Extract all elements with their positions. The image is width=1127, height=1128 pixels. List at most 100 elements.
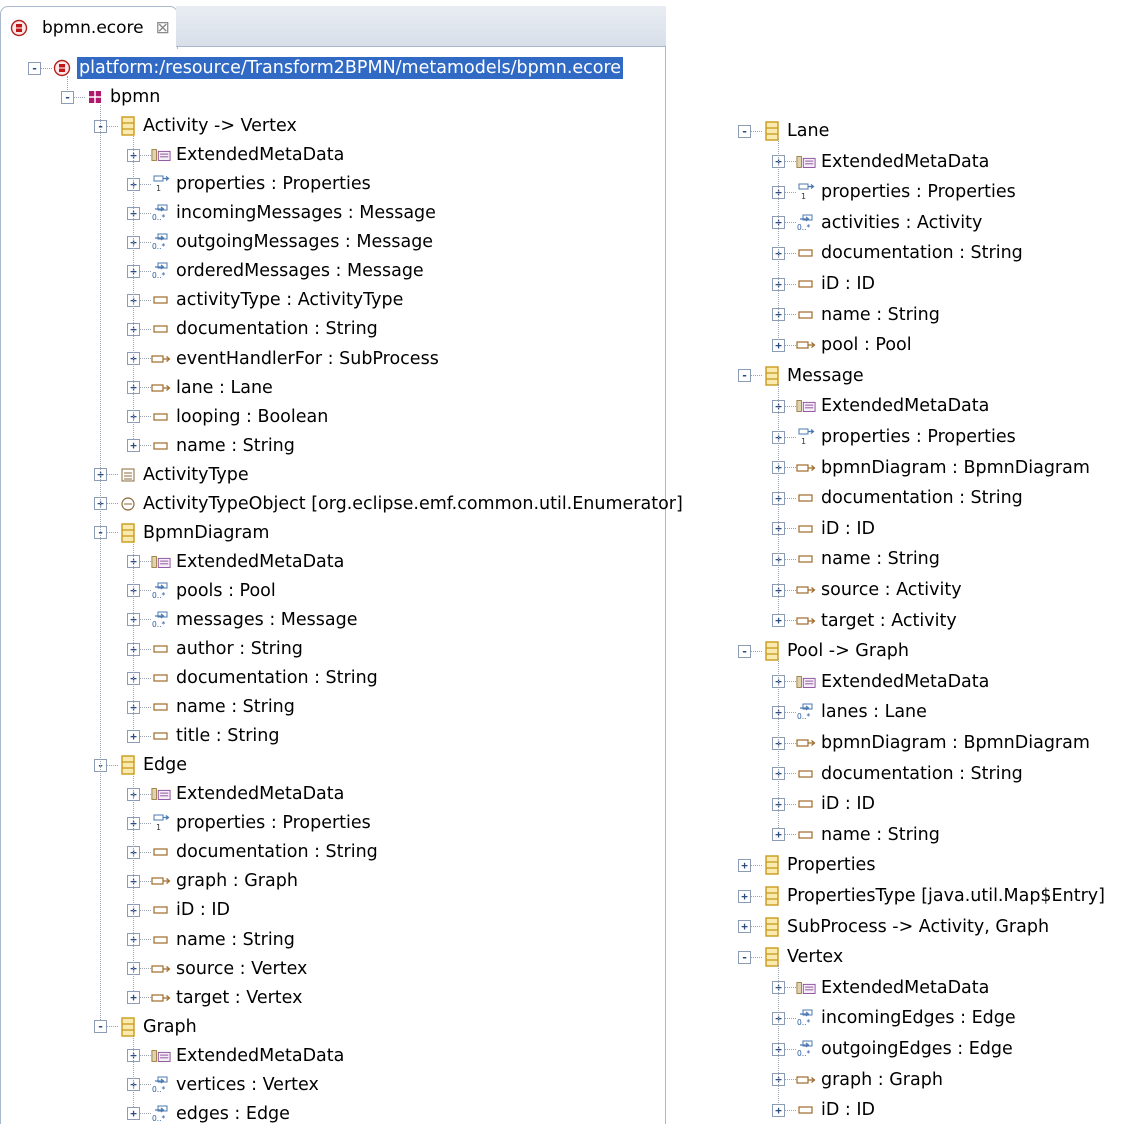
tree-row[interactable]: - BpmnDiagram [94,519,269,547]
tree-row[interactable]: + documentation : String [127,664,378,692]
expand-toggle-icon[interactable]: + [738,858,751,872]
tree-row[interactable]: + bpmnDiagram : BpmnDiagram [772,454,1090,482]
expand-toggle-icon[interactable]: + [127,729,140,743]
expand-toggle-icon[interactable]: + [127,991,140,1005]
tree-row[interactable]: + name : String [127,693,295,721]
tree-row[interactable]: +0..* outgoingEdges : Edge [772,1035,1013,1063]
tree-guide-line [133,773,134,991]
tree-row[interactable]: + documentation : String [772,760,1023,788]
tree-row[interactable]: - Edge [94,751,187,779]
tree-row[interactable]: + name : String [127,432,295,460]
attribute-icon [151,930,171,950]
tree-row[interactable]: +0..* incomingEdges : Edge [772,1004,1016,1032]
tree-row[interactable]: + SubProcess -> Activity, Graph [738,913,1049,941]
tree-guide-line [778,659,779,828]
tree-row[interactable]: + looping : Boolean [127,403,328,431]
expand-toggle-icon[interactable]: + [772,828,785,842]
tree-row[interactable]: - Graph [94,1013,197,1041]
expand-toggle-icon[interactable]: + [127,1107,140,1121]
svg-text:1: 1 [156,823,161,832]
tree-row[interactable]: +0..* orderedMessages : Message [127,257,424,285]
tree-item-label: eventHandlerFor : SubProcess [176,348,439,369]
tree-row[interactable]: +0..* activities : Activity [772,209,982,237]
tree-row[interactable]: + ExtendedMetaData [772,148,989,176]
collapse-toggle-icon[interactable]: - [738,644,751,658]
tree-row[interactable]: + iD : ID [772,270,875,298]
tree-row[interactable]: + ExtendedMetaData [127,548,344,576]
expand-toggle-icon[interactable]: + [772,338,785,352]
tree-row[interactable]: + author : String [127,635,303,663]
tree-row[interactable]: + documentation : String [127,838,378,866]
tree-row[interactable]: +1 properties : Properties [772,178,1016,206]
tree-row[interactable]: + documentation : String [772,239,1023,267]
tree-row[interactable]: + source : Vertex [127,955,307,983]
tree-row[interactable]: +0..* incomingMessages : Message [127,199,436,227]
tree-row[interactable]: + name : String [772,545,940,573]
tree-row[interactable]: +0..* outgoingMessages : Message [127,228,433,256]
tree-row[interactable]: + iD : ID [127,896,230,924]
containment-many-icon: 0..* [151,203,171,223]
svg-text:0..*: 0..* [152,620,166,629]
tree-row[interactable]: + iD : ID [772,515,875,543]
tree-row[interactable]: + documentation : String [772,484,1023,512]
tree-row[interactable]: + lane : Lane [127,374,273,402]
collapse-toggle-icon[interactable]: - [28,61,41,75]
tree-row[interactable]: + ExtendedMetaData [127,780,344,808]
tree-row[interactable]: - Activity -> Vertex [94,112,297,140]
expand-toggle-icon[interactable]: + [127,439,140,453]
tree-row[interactable]: + ExtendedMetaData [772,668,989,696]
tree-row[interactable]: + Properties [738,851,875,879]
tree-row[interactable]: +1 properties : Properties [127,809,371,837]
eclass-icon [118,1016,138,1037]
tree-row[interactable]: + ExtendedMetaData [127,141,344,169]
tree-row[interactable]: + iD : ID [772,1096,875,1124]
tree-row[interactable]: + ExtendedMetaData [127,1042,344,1070]
collapse-toggle-icon[interactable]: - [61,90,74,104]
tree-row[interactable]: + PropertiesType [java.util.Map$Entry] [738,882,1105,910]
tree-row[interactable]: + bpmnDiagram : BpmnDiagram [772,729,1090,757]
attribute-icon [796,243,816,263]
tree-row[interactable]: + iD : ID [772,790,875,818]
tree-row[interactable]: + eventHandlerFor : SubProcess [127,345,439,373]
tree-row[interactable]: + title : String [127,722,279,750]
tree-row[interactable]: + name : String [772,301,940,329]
tree-row[interactable]: +1 properties : Properties [772,423,1016,451]
collapse-toggle-icon[interactable]: - [738,369,751,383]
tree-row[interactable]: + documentation : String [127,315,378,343]
collapse-toggle-icon[interactable]: - [738,950,751,964]
tree-row[interactable]: + ExtendedMetaData [772,974,989,1002]
tree-row[interactable]: - Message [738,362,864,390]
tree-row[interactable]: + ActivityType [94,461,249,489]
tree-item-label: bpmnDiagram : BpmnDiagram [821,457,1090,478]
containment-many-icon: 0..* [151,232,171,252]
tree-row[interactable]: + name : String [772,821,940,849]
tree-row[interactable]: - bpmn [61,83,160,111]
tree-row[interactable]: + ActivityTypeObject [org.eclipse.emf.com… [94,490,683,518]
tree-row[interactable]: + graph : Graph [772,1066,943,1094]
expand-toggle-icon[interactable]: + [738,889,751,903]
tree-row[interactable]: + activityType : ActivityType [127,286,403,314]
tree-row[interactable]: +0..* lanes : Lane [772,698,927,726]
tree-row[interactable]: - Vertex [738,943,843,971]
tree-row[interactable]: +1 properties : Properties [127,170,371,198]
tree-row[interactable]: + source : Activity [772,576,962,604]
tree-row[interactable]: +0..* pools : Pool [127,577,276,605]
tree-row[interactable]: + ExtendedMetaData [772,392,989,420]
collapse-toggle-icon[interactable]: - [94,1020,107,1034]
tree-row[interactable]: + graph : Graph [127,867,298,895]
expand-toggle-icon[interactable]: + [772,1103,785,1117]
tree-row[interactable]: + target : Vertex [127,984,302,1012]
tree-row[interactable]: + pool : Pool [772,331,912,359]
collapse-toggle-icon[interactable]: - [738,124,751,138]
tree-row[interactable]: - Lane [738,117,829,145]
tree-row[interactable]: + target : Activity [772,607,957,635]
tree-row[interactable]: +0..* vertices : Vertex [127,1071,319,1099]
tree-row[interactable]: + name : String [127,926,295,954]
expand-toggle-icon[interactable]: + [772,614,785,628]
containment-one-icon: 1 [796,182,816,202]
tree-row[interactable]: - Pool -> Graph [738,637,909,665]
tree-row[interactable]: +0..* messages : Message [127,606,358,634]
expand-toggle-icon[interactable]: + [738,920,751,934]
tree-row[interactable]: - platform:/resource/Transform2BPMN/metam… [28,54,624,82]
attribute-icon [796,488,816,508]
